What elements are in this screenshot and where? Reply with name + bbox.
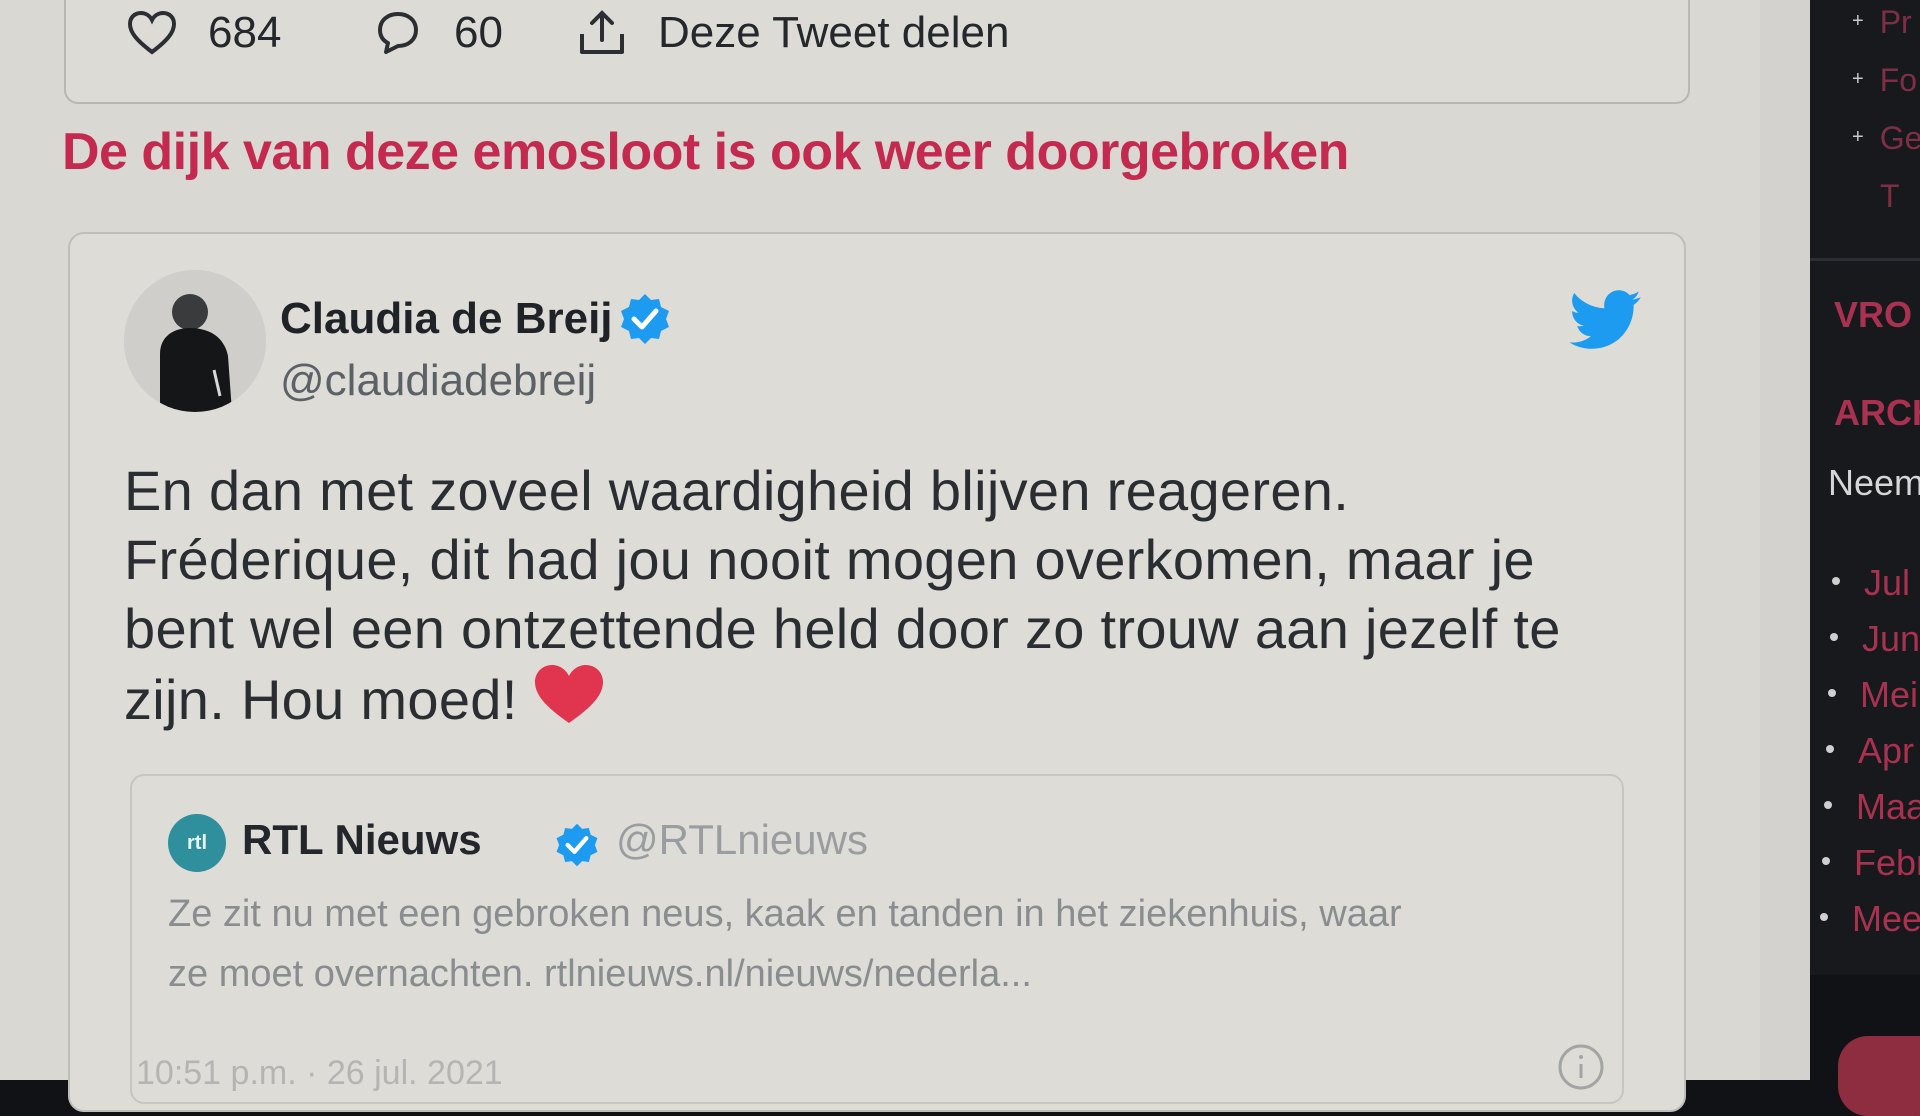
archive-month-link[interactable]: Mei [1828,674,1918,716]
twitter-bird-icon[interactable] [1570,290,1642,350]
sidebar-action-button[interactable] [1838,1036,1920,1116]
info-icon[interactable] [1556,1042,1606,1092]
heart-outline-icon [127,10,177,55]
quoted-line: Ze zit nu met een gebroken neus, kaak en… [168,893,1402,935]
share-tweet-button[interactable]: Deze Tweet delen [576,8,1009,58]
author-name[interactable]: Claudia de Breij [280,294,613,344]
avatar[interactable] [124,270,266,412]
tweet-line: bent wel een ontzettende held door zo tr… [124,597,1561,660]
verified-badge-icon [556,823,598,867]
archive-month-link[interactable]: Febr [1822,842,1920,884]
author-handle[interactable]: @claudiadebreij [280,356,596,406]
column-gap [1760,0,1810,1080]
article-heading: De dijk van deze emosloot is ook weer do… [62,123,1349,181]
tweet-line: zijn. Hou moed! [124,668,518,731]
quoted-author-name[interactable]: RTL Nieuws [242,816,482,864]
sidebar-top-item[interactable]: + Fo [1852,62,1917,99]
reply-bubble-icon [378,12,418,54]
archive-month-link[interactable]: Maa [1824,786,1920,828]
tweet-line: En dan met zoveel waardigheid blijven re… [124,459,1350,522]
archive-month-link[interactable]: Jul [1832,562,1910,604]
sidebar-top-item[interactable]: + Pr [1852,4,1912,41]
like-count: 684 [208,8,282,57]
sidebar-top-item[interactable]: + Ge [1852,120,1920,157]
like-button[interactable]: 684 [126,8,281,58]
tweet-text: En dan met zoveel waardigheid blijven re… [124,456,1664,734]
archive-intro: Neem [1828,462,1920,503]
sidebar-divider [1810,258,1920,261]
quoted-tweet-text: Ze zit nu met een gebroken neus, kaak en… [168,884,1588,1004]
archive-heading: ARCH [1834,392,1920,433]
previous-tweet-card: 684 60 Deze Tweet delen [64,0,1690,104]
avatar-image [124,270,266,412]
sidebar-heading: VRO [1834,294,1913,335]
archive-month-link[interactable]: Apr [1826,730,1914,772]
quoted-link-line[interactable]: ze moet overnachten. rtlnieuws.nl/nieuws… [168,953,1032,995]
tweet-line: Fréderique, dit had jou nooit mogen over… [124,528,1535,591]
verified-badge-icon [621,294,669,344]
quoted-author-handle[interactable]: @RTLnieuws [616,816,868,864]
share-icon [580,10,624,54]
archive-month-link[interactable]: Jun [1830,618,1920,660]
reply-count: 60 [454,8,503,57]
tweet-date[interactable]: 10:51 p.m. · 26 jul. 2021 [136,1054,503,1093]
sidebar-top-item[interactable]: T [1880,178,1900,215]
red-heart-emoji-icon [534,665,603,723]
archive-month-link[interactable]: Mee [1820,898,1920,940]
share-tweet-label: Deze Tweet delen [658,8,1010,57]
reply-button[interactable]: 60 [372,8,503,58]
rtl-logo: rtl [168,814,226,872]
right-sidebar: +Pr +Fo +Ge T VRO ARCH Neem Jul Jun Mei … [1810,0,1920,975]
embedded-tweet-card[interactable]: Claudia de Breij @claudiadebreij En dan … [68,232,1686,1112]
